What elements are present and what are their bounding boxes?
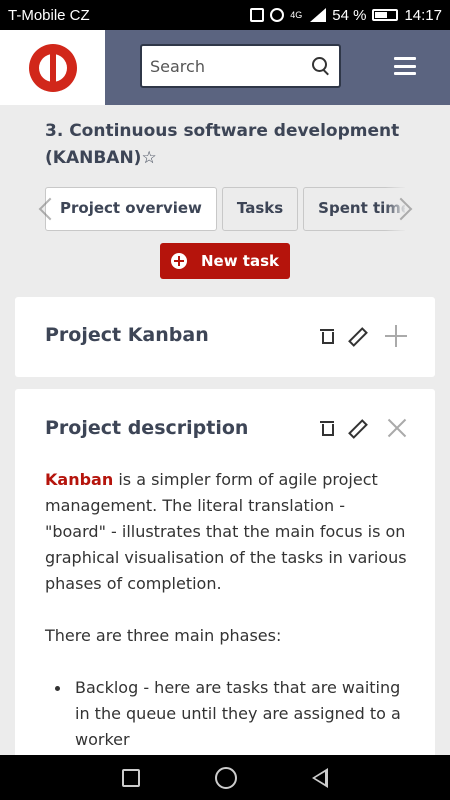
menu-bar (394, 57, 416, 60)
signal-icon (308, 8, 327, 22)
search-input[interactable] (150, 56, 311, 76)
star-icon[interactable]: ☆ (141, 148, 156, 168)
list-item: Backlog - here are tasks that are waitin… (45, 675, 410, 753)
alarm-icon (270, 8, 285, 22)
page-title: 3. Continuous software development (KANB… (45, 118, 425, 172)
search-icon[interactable] (311, 56, 331, 76)
chevron-left-icon[interactable] (36, 195, 56, 223)
card-actions (320, 325, 407, 347)
description-body: Kanban is a simpler form of agile projec… (45, 467, 410, 753)
description-paragraph: There are three main phases: (45, 626, 282, 645)
logo-icon (28, 43, 77, 92)
kanban-link[interactable]: Kanban (45, 470, 113, 489)
search-box[interactable] (140, 44, 341, 88)
tab-bar: Project overview Tasks Spent time (0, 187, 450, 233)
logo-link[interactable] (0, 30, 105, 105)
new-task-label: New task (200, 252, 279, 270)
clock: 14:17 (404, 6, 442, 24)
pencil-icon[interactable] (347, 420, 363, 436)
new-task-button[interactable]: New task (160, 243, 290, 279)
menu-bar (394, 72, 416, 75)
hamburger-menu-icon[interactable] (394, 57, 416, 75)
card-title: Project Kanban (45, 324, 209, 346)
project-kanban-card: Project Kanban (15, 297, 435, 377)
status-icons: 4G 54 % 14:17 (250, 7, 442, 24)
system-nav-bar (0, 755, 450, 800)
expand-plus-icon[interactable] (385, 325, 407, 347)
home-icon[interactable] (214, 766, 237, 789)
back-icon[interactable] (311, 767, 328, 788)
chevron-right-icon[interactable] (393, 195, 413, 223)
recent-apps-icon[interactable] (122, 768, 141, 787)
tab-project-overview[interactable]: Project overview (45, 187, 217, 231)
tab-list: Project overview Tasks Spent time (45, 187, 405, 233)
trash-icon[interactable] (320, 420, 334, 436)
status-bar: T-Mobile CZ 4G 54 % 14:17 (0, 0, 450, 30)
network-type: 4G (290, 10, 303, 20)
card-title: Project description (45, 417, 249, 439)
project-title: 3. Continuous software development (KANB… (45, 121, 400, 168)
menu-bar (394, 64, 416, 68)
plus-circle-icon (170, 253, 187, 269)
battery-percent: 54 % (332, 6, 367, 24)
vibrate-icon (250, 8, 265, 22)
project-description-card: Project description Kanban is a simpler … (15, 389, 435, 769)
description-paragraph: Kanban is a simpler form of agile projec… (45, 467, 410, 597)
card-actions (320, 418, 407, 438)
phase-list: Backlog - here are tasks that are waitin… (45, 675, 410, 753)
carrier-name: T-Mobile CZ (8, 6, 90, 24)
app-header (0, 30, 450, 105)
pencil-icon[interactable] (347, 328, 363, 344)
battery-icon (372, 9, 399, 21)
collapse-close-icon[interactable] (387, 418, 407, 438)
tab-tasks[interactable]: Tasks (221, 187, 299, 231)
trash-icon[interactable] (320, 328, 334, 344)
